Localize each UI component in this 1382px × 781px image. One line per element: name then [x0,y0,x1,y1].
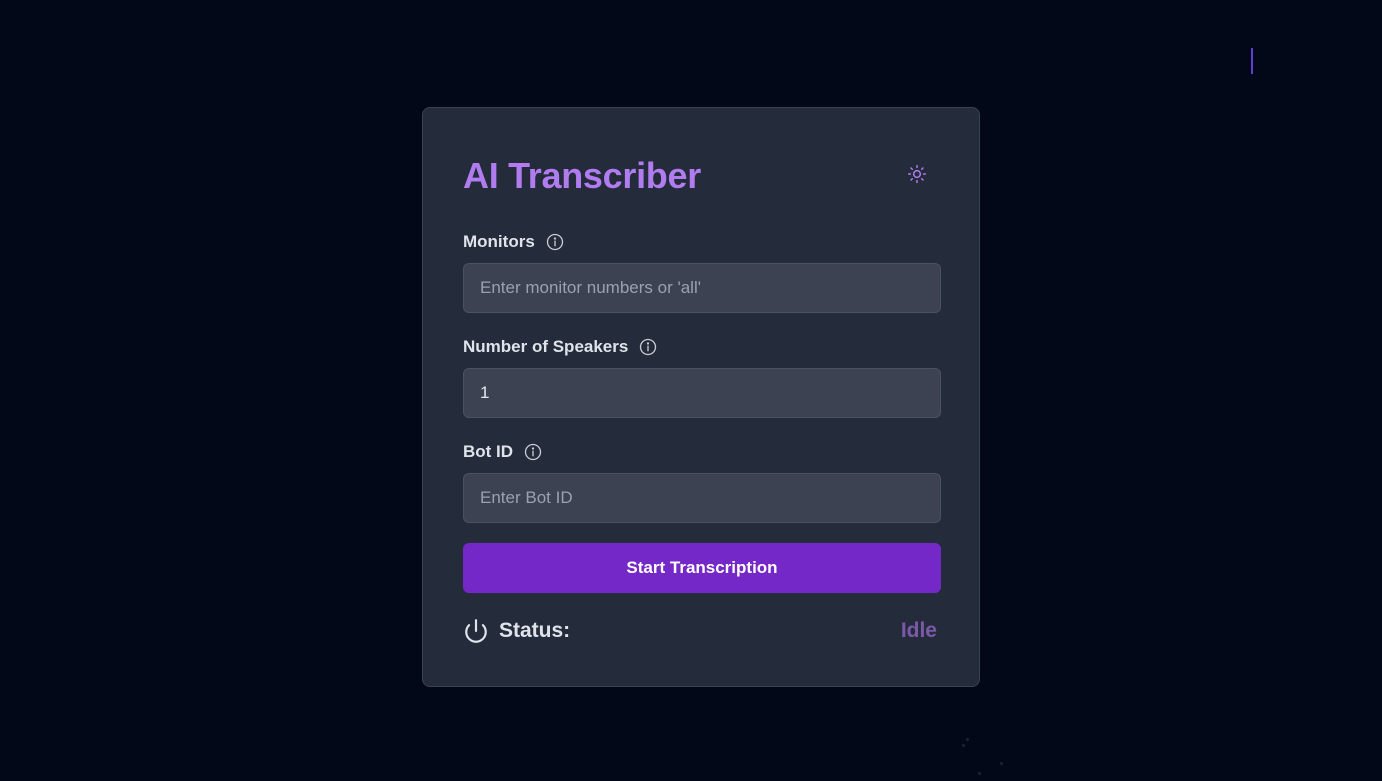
app-page: AI Transcriber Monitors Enter monitor nu… [0,0,1382,781]
start-transcription-button[interactable]: Start Transcription [463,543,941,593]
bot-id-info-icon[interactable] [523,442,543,462]
status-value: Idle [900,619,937,642]
bot-id-label: Bot ID [463,442,514,461]
power-icon [463,618,489,644]
speakers-info-icon[interactable] [638,337,658,357]
sun-icon [907,164,927,184]
bot-id-label-row: Bot ID [463,440,543,464]
status-row: Status: Idle [463,616,937,646]
text-cursor [1251,48,1253,74]
monitors-input[interactable] [463,263,941,313]
transcriber-card: AI Transcriber Monitors Enter monitor nu… [422,107,980,687]
status-label: Status: [499,619,571,642]
background-decoration [958,736,1008,776]
speakers-label: Number of Speakers [463,337,629,356]
speakers-label-row: Number of Speakers [463,335,658,359]
monitors-label-row: Monitors [463,230,565,254]
speakers-input[interactable] [463,368,941,418]
bot-id-input[interactable] [463,473,941,523]
monitors-label: Monitors [463,232,535,251]
theme-toggle-button[interactable] [903,160,931,188]
app-title: AI Transcriber [463,155,701,196]
monitors-info-icon[interactable] [545,232,565,252]
